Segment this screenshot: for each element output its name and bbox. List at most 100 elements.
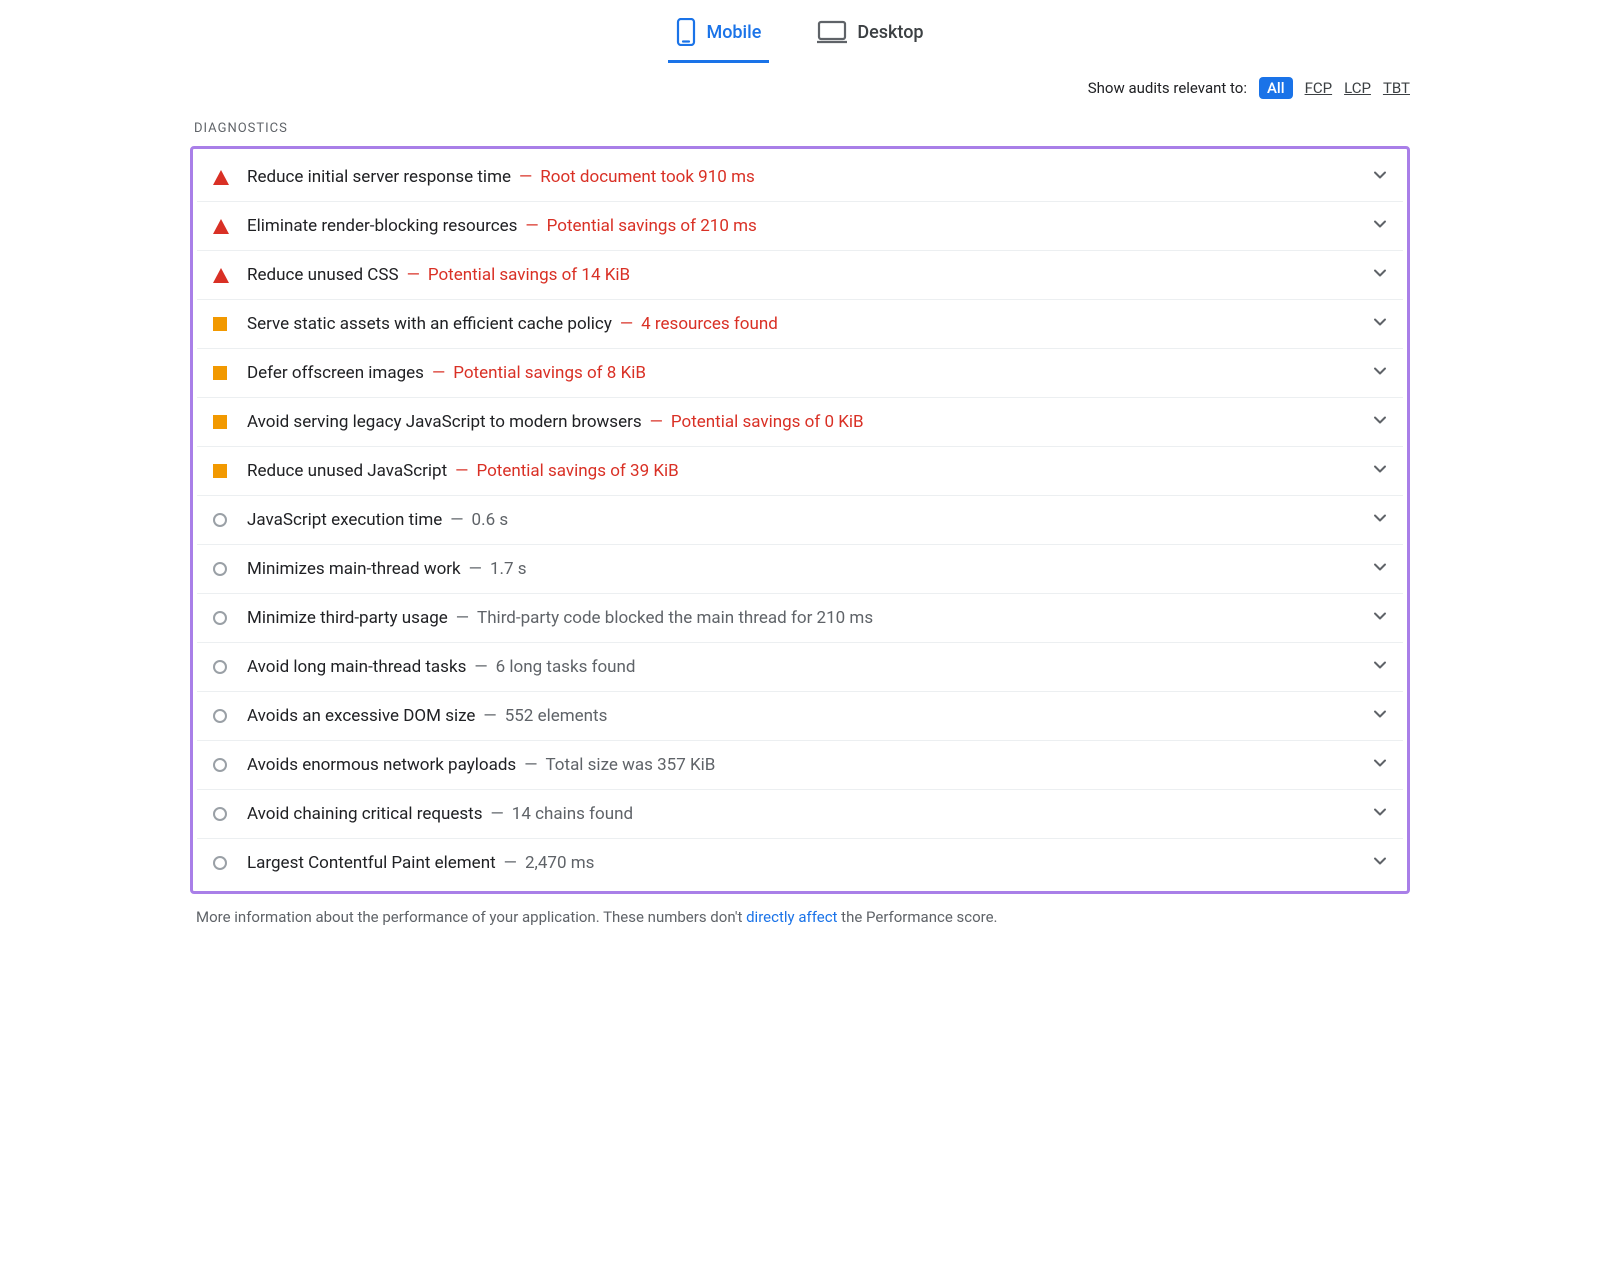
audit-detail: 1.7 s	[490, 559, 527, 579]
tab-mobile[interactable]: Mobile	[668, 8, 769, 63]
chevron-down-icon	[1373, 560, 1387, 578]
audit-row[interactable]: Reduce unused JavaScript — Potential savin…	[197, 447, 1403, 496]
filter-fcp[interactable]: FCP	[1305, 79, 1333, 97]
chevron-down-icon	[1373, 511, 1387, 529]
audit-detail: Potential savings of 210 ms	[547, 216, 757, 236]
footer-pre: More information about the performance o…	[196, 908, 746, 926]
dash-separator: —	[455, 461, 468, 481]
mobile-icon	[676, 18, 696, 46]
chevron-down-icon	[1373, 658, 1387, 676]
filter-label: Show audits relevant to:	[1088, 79, 1247, 97]
neutral-icon	[213, 660, 239, 674]
audit-row[interactable]: Reduce initial server response time — Root…	[197, 153, 1403, 202]
audit-detail: Potential savings of 14 KiB	[428, 265, 630, 285]
dash-separator: —	[650, 412, 663, 432]
audit-title: Largest Contentful Paint element	[247, 853, 496, 873]
audit-detail: Potential savings of 8 KiB	[453, 363, 646, 383]
dash-separator: —	[432, 363, 445, 383]
neutral-icon	[213, 856, 239, 870]
audit-row[interactable]: JavaScript execution time — 0.6 s	[197, 496, 1403, 545]
audit-row[interactable]: Largest Contentful Paint element — 2,470 m…	[197, 839, 1403, 887]
neutral-icon	[213, 562, 239, 576]
desktop-icon	[817, 20, 847, 44]
chevron-down-icon	[1373, 217, 1387, 235]
tab-desktop[interactable]: Desktop	[809, 8, 931, 63]
neutral-icon	[213, 513, 239, 527]
dash-separator: —	[524, 755, 537, 775]
dash-separator: —	[456, 608, 469, 628]
chevron-down-icon	[1373, 756, 1387, 774]
audit-title: Reduce unused JavaScript	[247, 461, 447, 481]
dash-separator: —	[525, 216, 538, 236]
chevron-down-icon	[1373, 266, 1387, 284]
footer-link[interactable]: directly affect	[746, 908, 837, 926]
audit-row[interactable]: Avoid serving legacy JavaScript to moder…	[197, 398, 1403, 447]
audit-title: Avoid long main-thread tasks	[247, 657, 466, 677]
section-header-diagnostics: DIAGNOSTICS	[190, 113, 1410, 146]
neutral-icon	[213, 807, 239, 821]
audit-row[interactable]: Avoids enormous network payloads — Total s…	[197, 741, 1403, 790]
dash-separator: —	[519, 167, 532, 187]
chevron-down-icon	[1373, 609, 1387, 627]
audit-title: Eliminate render-blocking resources	[247, 216, 517, 236]
audit-title: Reduce unused CSS	[247, 265, 399, 285]
dash-separator: —	[491, 804, 504, 824]
audit-detail: 6 long tasks found	[496, 657, 636, 677]
audit-title: Minimize third-party usage	[247, 608, 448, 628]
dash-separator: —	[620, 314, 633, 334]
dash-separator: —	[504, 853, 517, 873]
audit-detail: Root document took 910 ms	[540, 167, 754, 187]
audit-row[interactable]: Avoids an excessive DOM size — 552 element…	[197, 692, 1403, 741]
device-tabs: Mobile Desktop	[190, 0, 1410, 63]
audit-row[interactable]: Avoid long main-thread tasks — 6 long task…	[197, 643, 1403, 692]
filter-tbt[interactable]: TBT	[1383, 79, 1410, 97]
audit-row[interactable]: Minimizes main-thread work—1.7 s	[197, 545, 1403, 594]
dash-separator: —	[407, 265, 420, 285]
dash-separator: —	[483, 706, 496, 726]
audit-title: Serve static assets with an efficient ca…	[247, 314, 612, 334]
filter-all[interactable]: All	[1259, 77, 1293, 99]
chevron-down-icon	[1373, 168, 1387, 186]
audit-title: Defer offscreen images	[247, 363, 424, 383]
warn-icon	[213, 415, 239, 429]
neutral-icon	[213, 611, 239, 625]
fail-icon	[213, 268, 239, 283]
audit-detail: 2,470 ms	[525, 853, 594, 873]
tab-desktop-label: Desktop	[857, 22, 923, 43]
audit-row[interactable]: Minimize third-party usage—Third-party c…	[197, 594, 1403, 643]
audit-title: JavaScript execution time	[247, 510, 442, 530]
audit-row[interactable]: Serve static assets with an efficient ca…	[197, 300, 1403, 349]
audit-detail: Potential savings of 39 KiB	[476, 461, 678, 481]
warn-icon	[213, 464, 239, 478]
footer-post: the Performance score.	[837, 908, 997, 926]
neutral-icon	[213, 709, 239, 723]
diagnostics-list: Reduce initial server response time — Root…	[190, 146, 1410, 894]
audit-row[interactable]: Reduce unused CSS — Potential savings of 1…	[197, 251, 1403, 300]
warn-icon	[213, 366, 239, 380]
dash-separator: —	[450, 510, 463, 530]
chevron-down-icon	[1373, 854, 1387, 872]
audit-detail: 0.6 s	[472, 510, 509, 530]
dash-separator: —	[474, 657, 487, 677]
audit-detail: Total size was 357 KiB	[545, 755, 715, 775]
audit-title: Avoids an excessive DOM size	[247, 706, 475, 726]
audit-filter-row: Show audits relevant to: All FCP LCP TBT	[190, 63, 1410, 113]
audit-detail: 14 chains found	[512, 804, 633, 824]
chevron-down-icon	[1373, 413, 1387, 431]
audit-row[interactable]: Eliminate render-blocking resources — Pote…	[197, 202, 1403, 251]
audit-row[interactable]: Avoid chaining critical requests—14 chai…	[197, 790, 1403, 839]
warn-icon	[213, 317, 239, 331]
audit-detail: 4 resources found	[641, 314, 778, 334]
dash-separator: —	[469, 559, 482, 579]
tab-mobile-label: Mobile	[706, 22, 761, 43]
fail-icon	[213, 170, 239, 185]
chevron-down-icon	[1373, 707, 1387, 725]
audit-title: Avoids enormous network payloads	[247, 755, 516, 775]
chevron-down-icon	[1373, 462, 1387, 480]
audit-title: Reduce initial server response time	[247, 167, 511, 187]
audit-row[interactable]: Defer offscreen images — Potential savings…	[197, 349, 1403, 398]
audit-detail: 552 elements	[505, 706, 608, 726]
filter-lcp[interactable]: LCP	[1344, 79, 1371, 97]
fail-icon	[213, 219, 239, 234]
neutral-icon	[213, 758, 239, 772]
